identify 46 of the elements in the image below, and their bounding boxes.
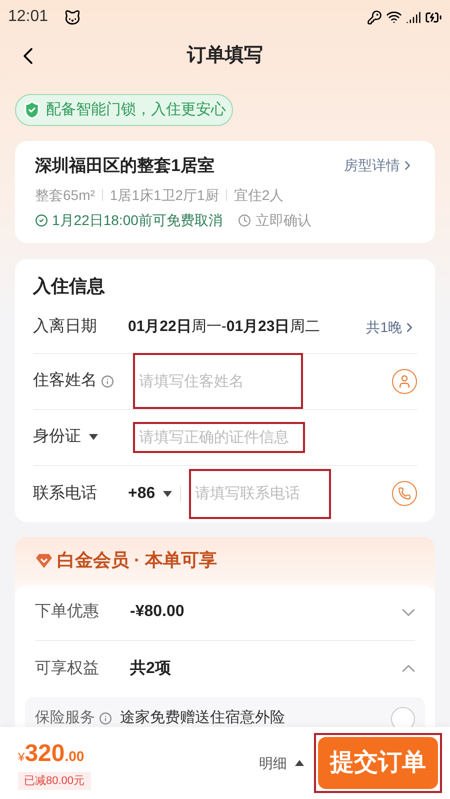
country-code-dropdown[interactable]: +86 [128,482,172,506]
page-title: 订单填写 [187,44,263,68]
room-details-link[interactable]: 房型详情 [344,155,415,176]
info-icon [99,712,112,725]
chevron-up-icon [402,665,415,672]
phone-field[interactable]: 请填写联系电话 [189,468,332,518]
clock-icon [238,214,252,226]
smart-lock-badge: 配备智能门锁，入住更安心 [15,94,233,126]
total-price: ¥320.00 [18,738,84,769]
listing-spec: 宜住2人 [234,186,284,204]
diamond-icon [35,552,53,568]
listing-spec: 1居1床1卫2厅1厨 [110,186,219,204]
contact-picker-icon[interactable] [392,368,417,394]
confirmation-note: 立即确认 [255,210,312,230]
member-title: 白金会员 · 本单可享 [57,549,217,572]
wifi-icon [386,9,402,25]
status-time: 12:01 [8,7,48,27]
chevron-down-icon [402,608,415,616]
benefit-row[interactable]: 可享权益 共2项 [35,640,415,696]
date-range: 01月22日周一-01月23日周二 [128,316,320,337]
phone-icon[interactable] [392,481,417,506]
field-label: 入离日期 [33,318,97,335]
key-icon [367,10,382,24]
info-icon [101,374,114,388]
cat-icon [64,8,82,26]
field-label: 联系电话 [33,484,97,502]
nights-link[interactable]: 共1晚 [366,316,417,338]
caret-icon [163,490,172,496]
price-details-button[interactable]: 明细 [259,752,304,774]
check-icon [35,214,48,226]
benefit-label: 保险服务 [35,708,95,727]
benefit-radio[interactable] [391,706,415,727]
listing-title: 深圳福田区的整套1居室 [35,155,214,177]
guest-name-field[interactable]: 请填写住客姓名 [133,353,303,409]
field-label: 住客姓名 [33,370,97,391]
caret-icon [295,760,304,766]
id-type-dropdown[interactable]: 身份证 [33,425,133,449]
cancellation-policy: 1月22日18:00前可免费取消 [52,210,222,230]
id-number-field[interactable]: 请填写正确的证件信息 [133,422,305,452]
discount-tag: 已减80.00元 [18,772,91,790]
signal-icon [406,10,421,24]
section-title: 入住信息 [33,276,105,296]
benefit-text: 途家免费赠送住宿意外险 [120,708,285,727]
listing-spec: 整套65m² [35,186,95,204]
caret-icon [89,434,98,440]
benefit-row[interactable]: 下单优惠 -¥80.00 [35,584,415,640]
